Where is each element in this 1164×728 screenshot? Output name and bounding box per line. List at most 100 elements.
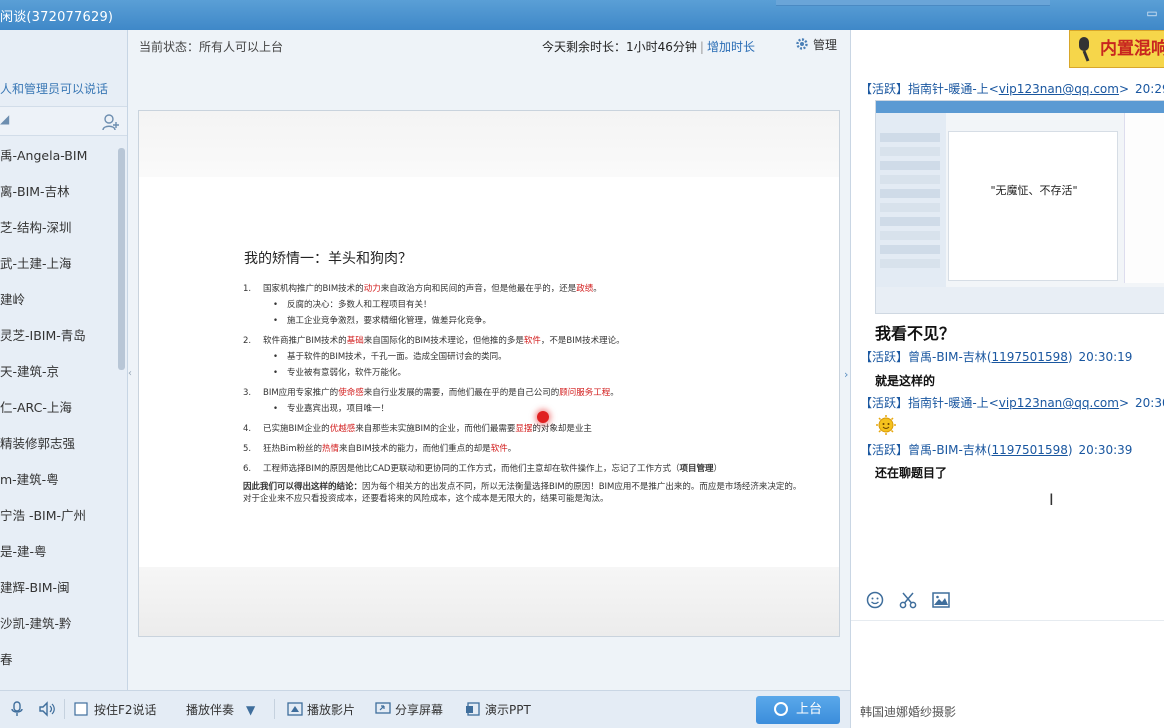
member-item[interactable]: 仁-ARC-上海 — [0, 390, 120, 426]
sender-name[interactable]: 曾禹-BIM-吉林 — [908, 350, 987, 364]
point-text: 来自那些未实施BIM的企业，而他们最需要 — [355, 424, 516, 434]
point-highlight: 显摆 — [515, 424, 533, 434]
microphone-icon[interactable] — [10, 701, 24, 717]
emoji-icon[interactable] — [865, 590, 885, 610]
member-scrollbar[interactable] — [118, 148, 125, 370]
member-item[interactable]: 建岭 — [0, 282, 120, 318]
slide-point: 5. 狂热Bim粉丝的热情来自BIM技术的能力，而他们重点的却是软件。 — [243, 441, 803, 457]
sender-id[interactable]: vip123nan@qq.com — [999, 396, 1119, 410]
member-item[interactable]: 离-BIM-吉林 — [0, 174, 120, 210]
slide-subpoint: 施工企业竞争激烈，要求精细化管理，做差异化竞争。 — [243, 313, 803, 329]
point-text: 狂热Bim粉丝的 — [263, 444, 322, 454]
screenshot-toolbar — [876, 287, 1164, 313]
point-highlight: 政绩 — [576, 284, 594, 294]
presentation-area: 当前状态：所有人可以上台 今天剩余时长：1小时46分钟 | 增加时长 管理 我的矫情… — [129, 30, 850, 690]
chat-input[interactable] — [851, 620, 1164, 700]
speaker-icon[interactable] — [38, 701, 56, 717]
member-item[interactable]: 禹-Angela-BIM — [0, 138, 120, 174]
slide-point: 6. 工程师选择BIM的原因是他比CAD更联动和更协同的工作方式，而他们主意却在软… — [243, 461, 803, 477]
banner-label: 内置混响 — [1100, 39, 1164, 59]
slide-point: 1. 国家机构推广的BIM技术的动力来自政治方向和民间的声音，但是他最在乎的，还是… — [243, 281, 803, 297]
window-title: 闲谈(372077629) — [0, 10, 114, 25]
sender-name[interactable]: 指南针-暖通-上 — [908, 82, 989, 96]
add-member-icon[interactable] — [101, 112, 121, 132]
play-accompaniment-button[interactable]: 播放伴奏 ▼ — [186, 701, 255, 718]
member-item[interactable]: 天-建筑-京 — [0, 354, 120, 390]
chat-message-body: 我看不见？ — [875, 324, 956, 343]
collapse-left-arrow[interactable]: ‹ — [128, 368, 132, 379]
point-highlight: 动力 — [363, 284, 381, 294]
restore-icon[interactable]: ▭ — [1143, 4, 1161, 22]
screenshot-slide: "无魔怔、不存活" — [948, 131, 1118, 281]
point-text: 来自国际化的BIM技术理论，但他推的多是 — [363, 336, 524, 346]
remaining-value: 1小时46分钟 — [626, 40, 697, 54]
collapse-icon[interactable]: ◢ — [0, 112, 9, 126]
ad-link[interactable]: 韩国迪娜婚纱摄影 — [860, 703, 956, 720]
screenshot-row — [880, 175, 940, 184]
point-highlight: 热情 — [321, 444, 339, 454]
movie-label: 播放影片 — [307, 703, 356, 717]
point-highlight: 使命感 — [338, 388, 364, 398]
chat-message-header: 【活跃】曾禹-BIM-吉林(1197501598) 20:30:19 — [860, 350, 1133, 364]
slide-conclusion: 因此我们可以得出这样的结论：因为每个相关方的出发点不同，所以无法衡量选择BIM的… — [243, 481, 803, 505]
screenshot-row — [880, 259, 940, 268]
extend-time-link[interactable]: 增加时长 — [707, 40, 755, 54]
chat-message-body: 就是这样的 — [875, 374, 936, 388]
point-text: 的对象却是业主 — [532, 424, 592, 434]
chat-message-header: 【活跃】指南针-暖通-上<vip123nan@qq.com>20:30:3 — [860, 394, 1164, 411]
member-item[interactable]: 武-土建-上海 — [0, 246, 120, 282]
slide-subpoint: 专业被有意弱化，软件万能化。 — [243, 365, 803, 381]
member-item[interactable]: m-建筑-粤 — [0, 462, 120, 498]
member-item[interactable]: 精装修郭志强 — [0, 426, 120, 462]
chat-panel: 内置混响 【活跃】指南针-暖通-上<vip123nan@qq.com>20:29… — [850, 30, 1164, 728]
point-number: 2. — [243, 336, 252, 346]
image-icon[interactable] — [931, 590, 951, 610]
bottom-toolbar: 按住F2说话 播放伴奏 ▼ 播放影片 分享屏幕 演示PPT 上台 — [0, 690, 850, 728]
share-screen-button[interactable]: 分享屏幕 — [375, 701, 443, 718]
slide-point: 2. 软件商推广BIM技术的基础来自国际化的BIM技术理论，但他推的多是软件，不是… — [243, 333, 803, 349]
play-movie-button[interactable]: 播放影片 — [287, 701, 355, 718]
member-toolbar: ◢ — [0, 106, 127, 136]
member-item[interactable]: 宁浩 -BIM-广州 — [0, 498, 120, 534]
member-item[interactable]: 春 — [0, 642, 120, 678]
chat-screenshot-image[interactable]: "无魔怔、不存活" — [875, 100, 1164, 314]
point-text: 工程师选择BIM的原因是他比CAD更联动和更协同的工作方式，而他们主意却在软件操… — [263, 464, 680, 474]
slide-title: 我的矫情一：羊头和狗肉？ — [244, 251, 412, 267]
screenshot-row — [880, 161, 940, 170]
point-text: 来自政治方向和民间的声音，但是他最在乎的，还是 — [380, 284, 577, 294]
scissors-icon[interactable] — [898, 590, 918, 610]
go-on-stage-button[interactable]: 上台 — [756, 696, 840, 724]
manage-button[interactable]: 管理 — [795, 36, 837, 53]
member-item[interactable]: 灵芝-IBIM-青岛 — [0, 318, 120, 354]
current-status: 当前状态：所有人可以上台 — [139, 40, 284, 54]
screenshot-titlebar — [876, 101, 1164, 113]
sender-id[interactable]: 1197501598 — [992, 443, 1068, 457]
slide-footer-band — [139, 567, 839, 636]
sender-id[interactable]: 1197501598 — [992, 350, 1068, 364]
stage-label: 上台 — [795, 702, 822, 717]
push-to-talk-button[interactable]: 按住F2说话 — [74, 701, 157, 718]
member-item[interactable]: 建辉-BIM-闽 — [0, 570, 120, 606]
active-tag: 【活跃】 — [860, 82, 909, 96]
chat-message-header: 【活跃】曾禹-BIM-吉林(1197501598) 20:30:39 — [860, 443, 1133, 457]
point-text: 。 — [507, 444, 517, 454]
movie-icon — [287, 702, 303, 716]
ppt-label: 演示PPT — [485, 703, 531, 717]
member-item[interactable]: 是-建-粤 — [0, 534, 120, 570]
microphone-icon — [1079, 37, 1090, 62]
sender-id[interactable]: vip123nan@qq.com — [999, 82, 1119, 96]
speak-permission-notice: 人和管理员可以说话 — [0, 82, 109, 96]
point-text: 。 — [593, 284, 602, 294]
present-ppt-button[interactable]: 演示PPT — [465, 701, 531, 718]
slide-point: 4. 已实施BIM企业的优越感来自那些未实施BIM的企业，而他们最需要显摆的对象却… — [243, 421, 803, 437]
point-text: 软件商推广BIM技术的 — [263, 336, 347, 346]
title-dropdown-strip[interactable] — [776, 0, 1050, 6]
sender-name[interactable]: 曾禹-BIM-吉林 — [908, 443, 987, 457]
member-item[interactable]: 芝-结构-深圳 — [0, 210, 120, 246]
screen-share-icon — [375, 702, 391, 714]
chevron-down-icon[interactable]: ▼ — [246, 703, 255, 717]
collapse-right-arrow[interactable]: › — [844, 368, 848, 381]
reverb-banner[interactable]: 内置混响 — [1069, 30, 1164, 68]
sender-name[interactable]: 指南针-暖通-上 — [908, 396, 989, 410]
member-item[interactable]: 沙凯-建筑-黔 — [0, 606, 120, 642]
